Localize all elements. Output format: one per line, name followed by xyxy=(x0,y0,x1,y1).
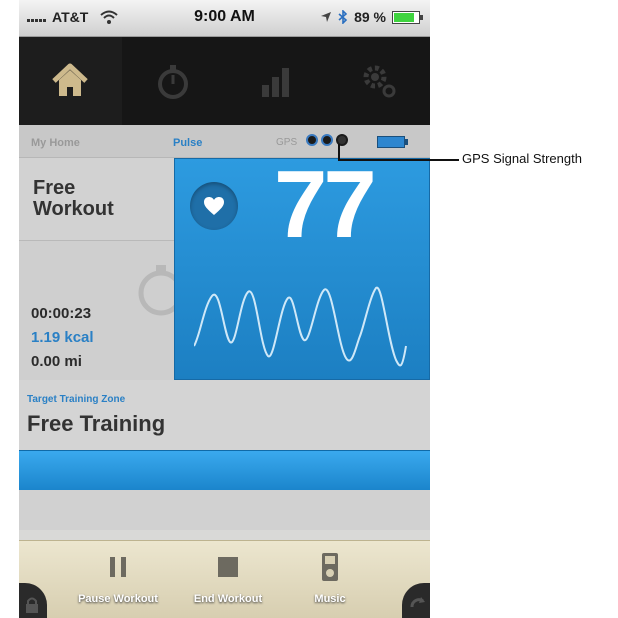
distance: 0.00 mi xyxy=(31,353,82,370)
zone-progress-bar xyxy=(19,450,430,492)
end-workout-button[interactable]: End Workout xyxy=(183,551,273,605)
music-button[interactable]: Music xyxy=(285,551,375,605)
bar-chart-icon xyxy=(261,68,289,97)
home-icon xyxy=(52,63,89,96)
calories: 1.19 kcal xyxy=(31,329,94,346)
callout-leader-horizontal xyxy=(338,159,459,161)
zone-value: Free Training xyxy=(27,411,166,436)
pause-workout-label: Pause Workout xyxy=(78,593,158,605)
lock-icon xyxy=(26,597,38,613)
rotate-icon xyxy=(410,597,425,608)
lock-tab[interactable] xyxy=(19,583,47,618)
zone-label: Target Training Zone xyxy=(27,394,126,405)
heart-rate-value: 77 xyxy=(274,151,377,258)
battery-level xyxy=(394,12,414,22)
pulse-display: 77 xyxy=(174,151,430,380)
pause-icon xyxy=(110,557,126,577)
workout-title: Free Workout xyxy=(33,177,114,220)
bluetooth-icon xyxy=(338,10,348,24)
location-arrow-icon xyxy=(321,12,332,22)
tab-pulse[interactable]: Pulse xyxy=(173,137,202,149)
end-workout-label: End Workout xyxy=(193,593,263,605)
callout-leader-vertical xyxy=(338,144,340,160)
elapsed-time: 00:00:23 xyxy=(31,305,92,322)
nav-stats[interactable] xyxy=(225,37,328,125)
battery-percent: 89 % xyxy=(354,9,386,25)
stop-icon xyxy=(218,557,238,577)
bottom-toolbar: Pause Workout End Workout Music xyxy=(19,540,430,618)
gears-icon xyxy=(363,65,396,98)
nav-workout[interactable] xyxy=(122,37,225,125)
gps-signal-icon xyxy=(306,134,348,146)
music-label: Music xyxy=(314,593,346,605)
status-bar: AT&T 9:00 AM 89 % xyxy=(19,0,430,37)
nav-home[interactable] xyxy=(19,37,122,125)
tab-my-home[interactable]: My Home xyxy=(31,137,80,149)
gps-callout-label: GPS Signal Strength xyxy=(462,151,582,166)
rotate-tab[interactable] xyxy=(402,583,430,618)
gps-label: GPS xyxy=(276,137,298,148)
heart-icon xyxy=(204,197,224,215)
workout-panel: My Home Pulse GPS Free Workout 00:00:23 … xyxy=(19,125,430,450)
main-nav xyxy=(19,37,430,125)
nav-settings[interactable] xyxy=(327,37,430,125)
pulse-waveform xyxy=(194,286,407,367)
status-right: 89 % xyxy=(320,9,423,25)
heart-badge xyxy=(190,182,238,230)
stopwatch-icon xyxy=(158,65,189,99)
panel-spacer xyxy=(19,490,430,530)
training-zone-box: Target Training Zone Free Training xyxy=(19,380,430,450)
sensor-battery-icon xyxy=(377,136,408,148)
workout-type-box: Free Workout xyxy=(19,158,174,241)
pause-workout-button[interactable]: Pause Workout xyxy=(73,551,163,605)
battery-icon xyxy=(392,10,423,24)
ipod-icon xyxy=(322,553,338,581)
phone-screen: AT&T 9:00 AM 89 % My Home Pulse GPS Free… xyxy=(19,0,430,618)
